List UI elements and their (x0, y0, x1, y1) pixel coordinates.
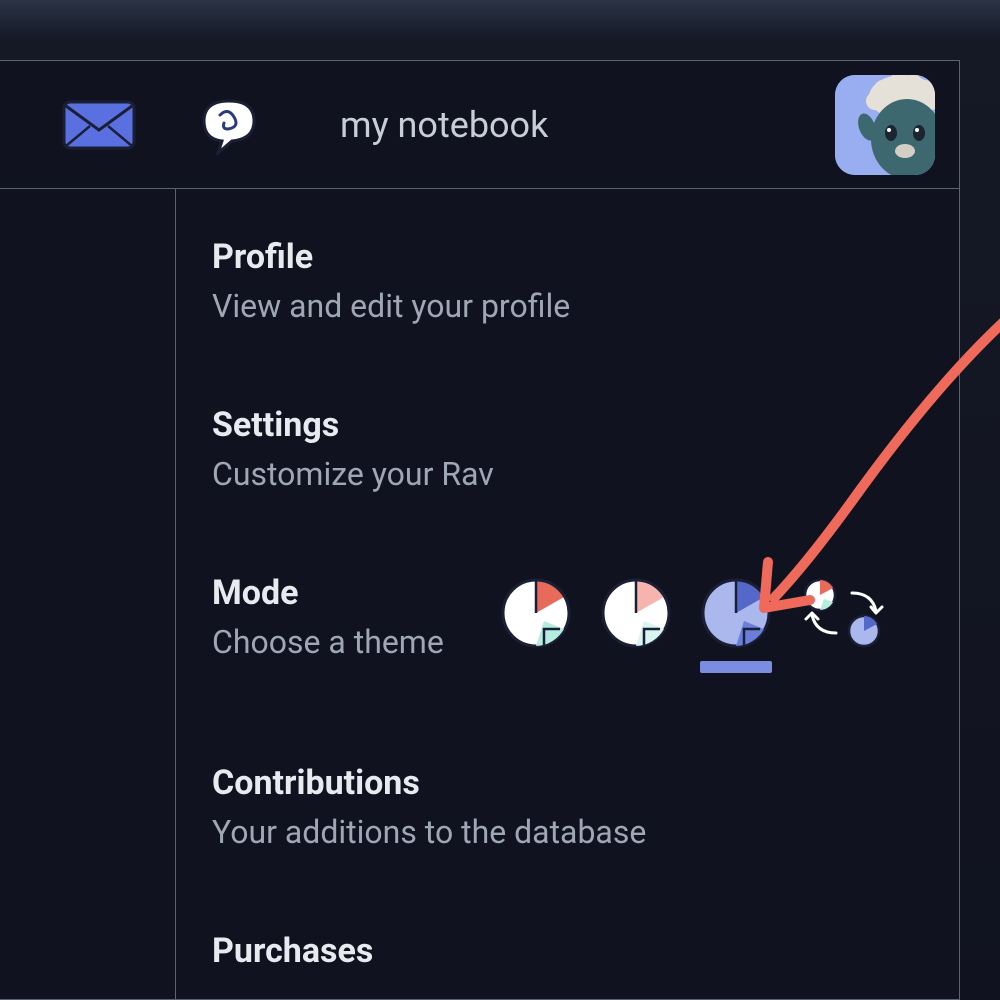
theme-option-dark[interactable] (700, 577, 772, 673)
menu-item-desc: View and edit your profile (212, 287, 923, 325)
theme-selected-indicator (700, 661, 772, 673)
menu-item-profile[interactable]: Profile View and edit your profile (212, 237, 923, 325)
menu-item-contributions[interactable]: Contributions Your additions to the data… (212, 763, 923, 851)
menu-content: Profile View and edit your profile Setti… (176, 189, 959, 999)
theme-option-pastel[interactable] (600, 577, 672, 649)
menu-item-desc: Your additions to the database (212, 813, 923, 851)
menu-item-title: Mode (212, 573, 482, 613)
menu-item-title: Profile (212, 237, 923, 277)
avatar[interactable] (835, 75, 935, 175)
chat-icon[interactable] (194, 95, 264, 155)
top-bar: my notebook (0, 61, 959, 189)
sidebar (0, 189, 176, 999)
theme-option-auto[interactable] (800, 577, 886, 649)
menu-item-settings[interactable]: Settings Customize your Rav (212, 405, 923, 493)
menu-item-title: Contributions (212, 763, 923, 803)
theme-options (500, 577, 886, 673)
mail-icon[interactable] (60, 98, 138, 152)
menu-item-title: Settings (212, 405, 923, 445)
menu-item-mode: Mode Choose a theme (212, 573, 923, 673)
menu-item-title: Purchases (212, 931, 923, 971)
menu-item-desc: Choose a theme (212, 623, 482, 661)
menu-item-purchases[interactable]: Purchases (212, 931, 923, 971)
menu-item-desc: Customize your Rav (212, 455, 923, 493)
notebook-link[interactable]: my notebook (340, 104, 548, 146)
dropdown-panel: my notebook (0, 60, 960, 1000)
theme-option-light[interactable] (500, 577, 572, 649)
